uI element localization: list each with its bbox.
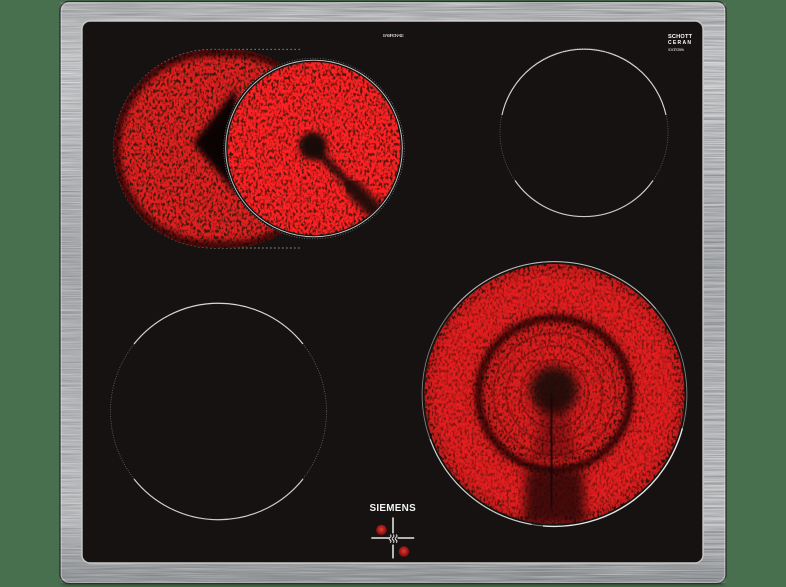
svg-text:SCHOTTCERAN: SCHOTTCERAN xyxy=(668,48,685,52)
svg-text:EA64RGNA1E: EA64RGNA1E xyxy=(383,33,404,38)
svg-text:CERAN: CERAN xyxy=(668,40,692,46)
svg-text:SCHOTT: SCHOTT xyxy=(668,34,693,40)
svg-text:SIEMENS: SIEMENS xyxy=(370,503,417,514)
